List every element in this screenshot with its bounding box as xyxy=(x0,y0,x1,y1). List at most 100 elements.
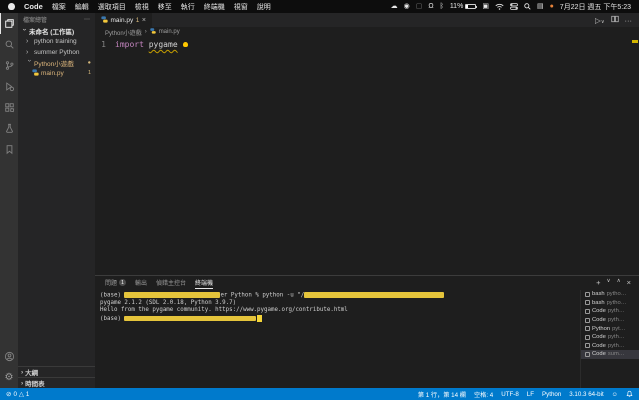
bluetooth-icon[interactable]: ᛒ xyxy=(440,3,444,10)
workspace-root-row[interactable]: › 未命名 (工作區) xyxy=(18,26,95,37)
activity-explorer-icon[interactable] xyxy=(0,13,18,34)
panel-tab-terminal[interactable]: 終端機 xyxy=(195,276,214,289)
notifications-bell-icon[interactable] xyxy=(626,390,633,398)
outline-section[interactable]: › 大綱 xyxy=(18,366,95,377)
menu-edit[interactable]: 編輯 xyxy=(75,2,89,12)
file-problem-badge: 1 xyxy=(87,70,91,77)
workspace-label: 未命名 (工作區) xyxy=(29,29,75,37)
code-line-1[interactable]: 1 import pygame xyxy=(95,40,639,49)
menu-view[interactable]: 檢視 xyxy=(135,2,149,12)
wifi-icon[interactable] xyxy=(495,3,504,10)
run-python-file-icon[interactable]: ▷∨ xyxy=(595,16,604,25)
folder-summer-python[interactable]: › summer Python xyxy=(18,47,95,58)
chevron-right-icon: › xyxy=(26,48,29,56)
lightbulb-icon[interactable] xyxy=(182,42,188,47)
editor-group: main.py 1 × ▷∨ ··· Python小遊戲 › main.py 1… xyxy=(95,13,639,388)
code-keyword: import xyxy=(115,40,144,49)
apple-menu-icon[interactable] xyxy=(8,3,15,10)
split-editor-icon[interactable] xyxy=(610,15,619,25)
terminal-list-item[interactable]: Code pyth… xyxy=(581,333,639,342)
redaction-highlight xyxy=(124,315,257,322)
terminal-list-item[interactable]: Code pyth… xyxy=(581,316,639,325)
language-mode-status[interactable]: Python xyxy=(542,391,561,398)
terminal-output[interactable]: (base) er Python % python -u "/pygame 2.… xyxy=(100,292,577,386)
menu-window[interactable]: 視窗 xyxy=(234,2,248,12)
indentation-status[interactable]: 空格: 4 xyxy=(474,390,493,399)
menu-file[interactable]: 檔案 xyxy=(52,2,66,12)
folder-python-training[interactable]: › python training xyxy=(18,37,95,48)
terminal-prompt: (base) xyxy=(100,315,125,322)
panel-tab-label: 終端機 xyxy=(195,280,214,287)
python-interpreter-status[interactable]: 3.10.3 64-bit xyxy=(569,391,603,398)
activity-source-control-icon[interactable] xyxy=(0,55,18,76)
timeline-section[interactable]: › 時間表 xyxy=(18,377,95,388)
spotlight-search-icon[interactable] xyxy=(524,3,531,10)
panel-tab-debug-console[interactable]: 偵錯主控台 xyxy=(156,276,186,289)
tab-close-icon[interactable]: × xyxy=(142,17,146,24)
cursor-position-status[interactable]: 第 1 行，第 14 欄 xyxy=(418,390,466,399)
tab-main-py[interactable]: main.py 1 × xyxy=(95,13,152,27)
code-editor[interactable]: 1 import pygame xyxy=(95,37,639,49)
battery-percent-text: 11% xyxy=(449,3,464,10)
terminal-list-item[interactable]: bash pytho… xyxy=(581,290,639,299)
terminal-instance-list: bash pytho… bash pytho… Code pyth… Code … xyxy=(580,290,639,388)
input-source-icon[interactable]: ▤ xyxy=(537,3,544,10)
terminal-line: pygame 2.1.2 (SDL 2.0.18, Python 3.9.7) xyxy=(100,299,237,306)
recording-dot-icon[interactable]: ● xyxy=(550,3,554,10)
folder-python-game[interactable]: › Python小遊戲 ● xyxy=(18,58,95,69)
terminal-icon xyxy=(585,291,590,297)
terminal-dropdown-icon[interactable]: ∨ xyxy=(607,278,611,287)
menu-help[interactable]: 說明 xyxy=(257,2,271,12)
menu-bar-status-icons: ☁ ◉ ▢ Ω ᛒ 11% ▣ ▤ ● 7月22日 週五 下午5:23 xyxy=(391,2,631,12)
menu-selection[interactable]: 選取項目 xyxy=(98,2,126,12)
feedback-smiley-icon[interactable]: ☺ xyxy=(612,391,618,398)
terminal-list-item-selected[interactable]: Code sum… xyxy=(581,350,639,359)
activity-bookmarks-icon[interactable] xyxy=(0,139,18,160)
panel-tab-problems[interactable]: 問題 1 xyxy=(105,276,127,289)
line-number: 1 xyxy=(101,40,106,49)
terminal-list-item[interactable]: Code pyth… xyxy=(581,307,639,316)
problems-status[interactable]: ⊘ 0 △ 1 xyxy=(6,390,29,399)
app-menu-name[interactable]: Code xyxy=(24,2,43,11)
menu-terminal[interactable]: 終端機 xyxy=(204,2,225,12)
terminal-icon xyxy=(585,326,590,332)
terminal-list-item[interactable]: bash pytho… xyxy=(581,299,639,308)
menu-go[interactable]: 移至 xyxy=(158,2,172,12)
activity-search-icon[interactable] xyxy=(0,34,18,55)
terminal-list-item[interactable]: Code pyth… xyxy=(581,342,639,351)
activity-run-debug-icon[interactable] xyxy=(0,76,18,97)
maximize-panel-icon[interactable]: ∧ xyxy=(617,278,621,287)
headphones-icon[interactable]: Ω xyxy=(428,3,433,10)
encoding-status[interactable]: UTF-8 xyxy=(501,391,519,398)
more-actions-icon[interactable]: ··· xyxy=(625,16,633,25)
terminal-icon xyxy=(585,343,590,349)
close-panel-icon[interactable]: × xyxy=(627,278,631,287)
activity-extensions-icon[interactable] xyxy=(0,97,18,118)
settings-gear-icon[interactable]: ⚙ xyxy=(0,367,18,388)
control-center-icon[interactable] xyxy=(510,3,518,10)
terminal-icon xyxy=(585,317,590,323)
menu-bar-clock[interactable]: 7月22日 週五 下午5:23 xyxy=(560,2,631,12)
breadcrumb[interactable]: Python小遊戲 › main.py xyxy=(95,27,639,37)
screen-mirroring-icon[interactable]: ▣ xyxy=(482,3,489,10)
display-dim-icon[interactable]: ▢ xyxy=(416,3,423,10)
account-icon[interactable] xyxy=(0,346,18,367)
terminal-list-item[interactable]: Python pyt… xyxy=(581,324,639,333)
breadcrumb-folder[interactable]: Python小遊戲 xyxy=(105,28,142,37)
new-terminal-icon[interactable]: + xyxy=(596,278,600,287)
battery-indicator[interactable]: 11% xyxy=(449,3,478,10)
explorer-more-actions-icon[interactable]: ⋯ xyxy=(84,16,90,23)
editor-tab-bar: main.py 1 × ▷∨ ··· xyxy=(95,13,639,27)
redaction-highlight xyxy=(304,292,445,298)
eol-status[interactable]: LF xyxy=(527,391,534,398)
file-main-py[interactable]: main.py 1 xyxy=(18,68,95,79)
menu-run[interactable]: 執行 xyxy=(181,2,195,12)
breadcrumb-file[interactable]: main.py xyxy=(159,29,180,35)
screen-record-icon[interactable]: ◉ xyxy=(404,3,410,10)
panel-tab-output[interactable]: 輸出 xyxy=(135,276,147,289)
status-bar-right: 第 1 行，第 14 欄 空格: 4 UTF-8 LF Python 3.10.… xyxy=(418,390,633,399)
chevron-right-icon: › xyxy=(21,368,24,376)
timeline-label: 時間表 xyxy=(25,381,45,388)
activity-testing-icon[interactable] xyxy=(0,118,18,139)
cloud-icon[interactable]: ☁ xyxy=(391,3,398,10)
